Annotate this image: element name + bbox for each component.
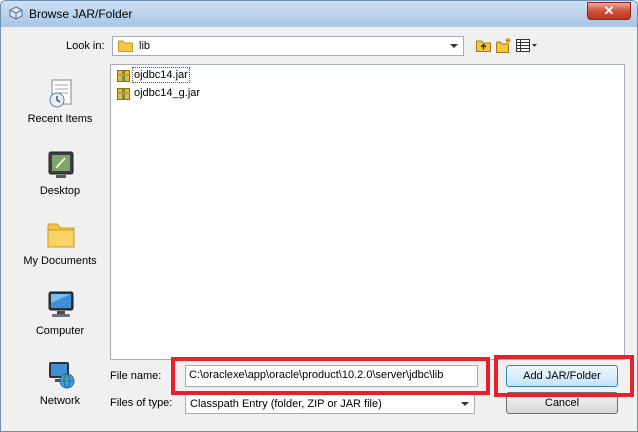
place-recent-items[interactable]: Recent Items [15, 77, 105, 139]
place-label: Network [39, 395, 81, 407]
file-name: ojdbc14_g.jar [134, 87, 201, 99]
file-name-label: File name: [110, 370, 162, 382]
app-cube-icon [9, 6, 23, 20]
dialog-body: Look in: lib Recent Items Desktop My Doc… [8, 27, 634, 427]
place-desktop[interactable]: Desktop [15, 149, 105, 211]
place-label: Recent Items [27, 113, 93, 125]
file-list[interactable]: ojdbc14.jar ojdbc14_g.jar [110, 64, 625, 360]
look-in-label: Look in: [66, 40, 105, 52]
files-of-type-label: Files of type: [110, 397, 173, 409]
look-in-dropdown[interactable]: lib [112, 36, 464, 56]
places-bar: Recent Items Desktop My Documents Comput… [15, 64, 105, 407]
up-one-level-icon[interactable] [475, 37, 492, 54]
file-name-input[interactable]: C:\oraclexe\app\oracle\product\10.2.0\se… [185, 365, 478, 387]
place-label: My Documents [23, 255, 97, 267]
add-jar-folder-button[interactable]: Add JAR/Folder [506, 365, 618, 387]
place-computer[interactable]: Computer [15, 289, 105, 351]
files-of-type-value: Classpath Entry (folder, ZIP or JAR file… [190, 398, 382, 410]
recent-items-icon [49, 79, 72, 108]
network-icon [49, 362, 75, 389]
view-menu-icon[interactable] [515, 37, 539, 54]
file-name: ojdbc14.jar [132, 67, 190, 83]
my-documents-icon [47, 223, 75, 248]
place-label: Desktop [39, 185, 81, 197]
jar-file-icon [117, 88, 130, 100]
create-new-folder-icon[interactable] [495, 37, 512, 54]
close-icon: ✕ [603, 3, 615, 18]
folder-icon [118, 40, 133, 52]
place-network[interactable]: Network [15, 359, 105, 421]
window-title: Browse JAR/Folder [29, 7, 133, 21]
cancel-button[interactable]: Cancel [506, 392, 618, 414]
computer-icon [48, 291, 74, 317]
chevron-down-icon[interactable] [461, 402, 469, 406]
jar-file-icon [117, 70, 130, 82]
place-label: Computer [35, 325, 85, 337]
close-button[interactable]: ✕ [587, 2, 631, 20]
files-of-type-dropdown[interactable]: Classpath Entry (folder, ZIP or JAR file… [185, 394, 475, 414]
chevron-down-icon[interactable] [450, 44, 458, 48]
place-my-documents[interactable]: My Documents [15, 219, 105, 281]
browse-dialog: Browse JAR/Folder ✕ Look in: lib Recent … [0, 0, 638, 432]
title-bar[interactable]: Browse JAR/Folder ✕ [1, 1, 637, 27]
desktop-icon [48, 151, 74, 178]
look-in-value: lib [139, 40, 151, 52]
